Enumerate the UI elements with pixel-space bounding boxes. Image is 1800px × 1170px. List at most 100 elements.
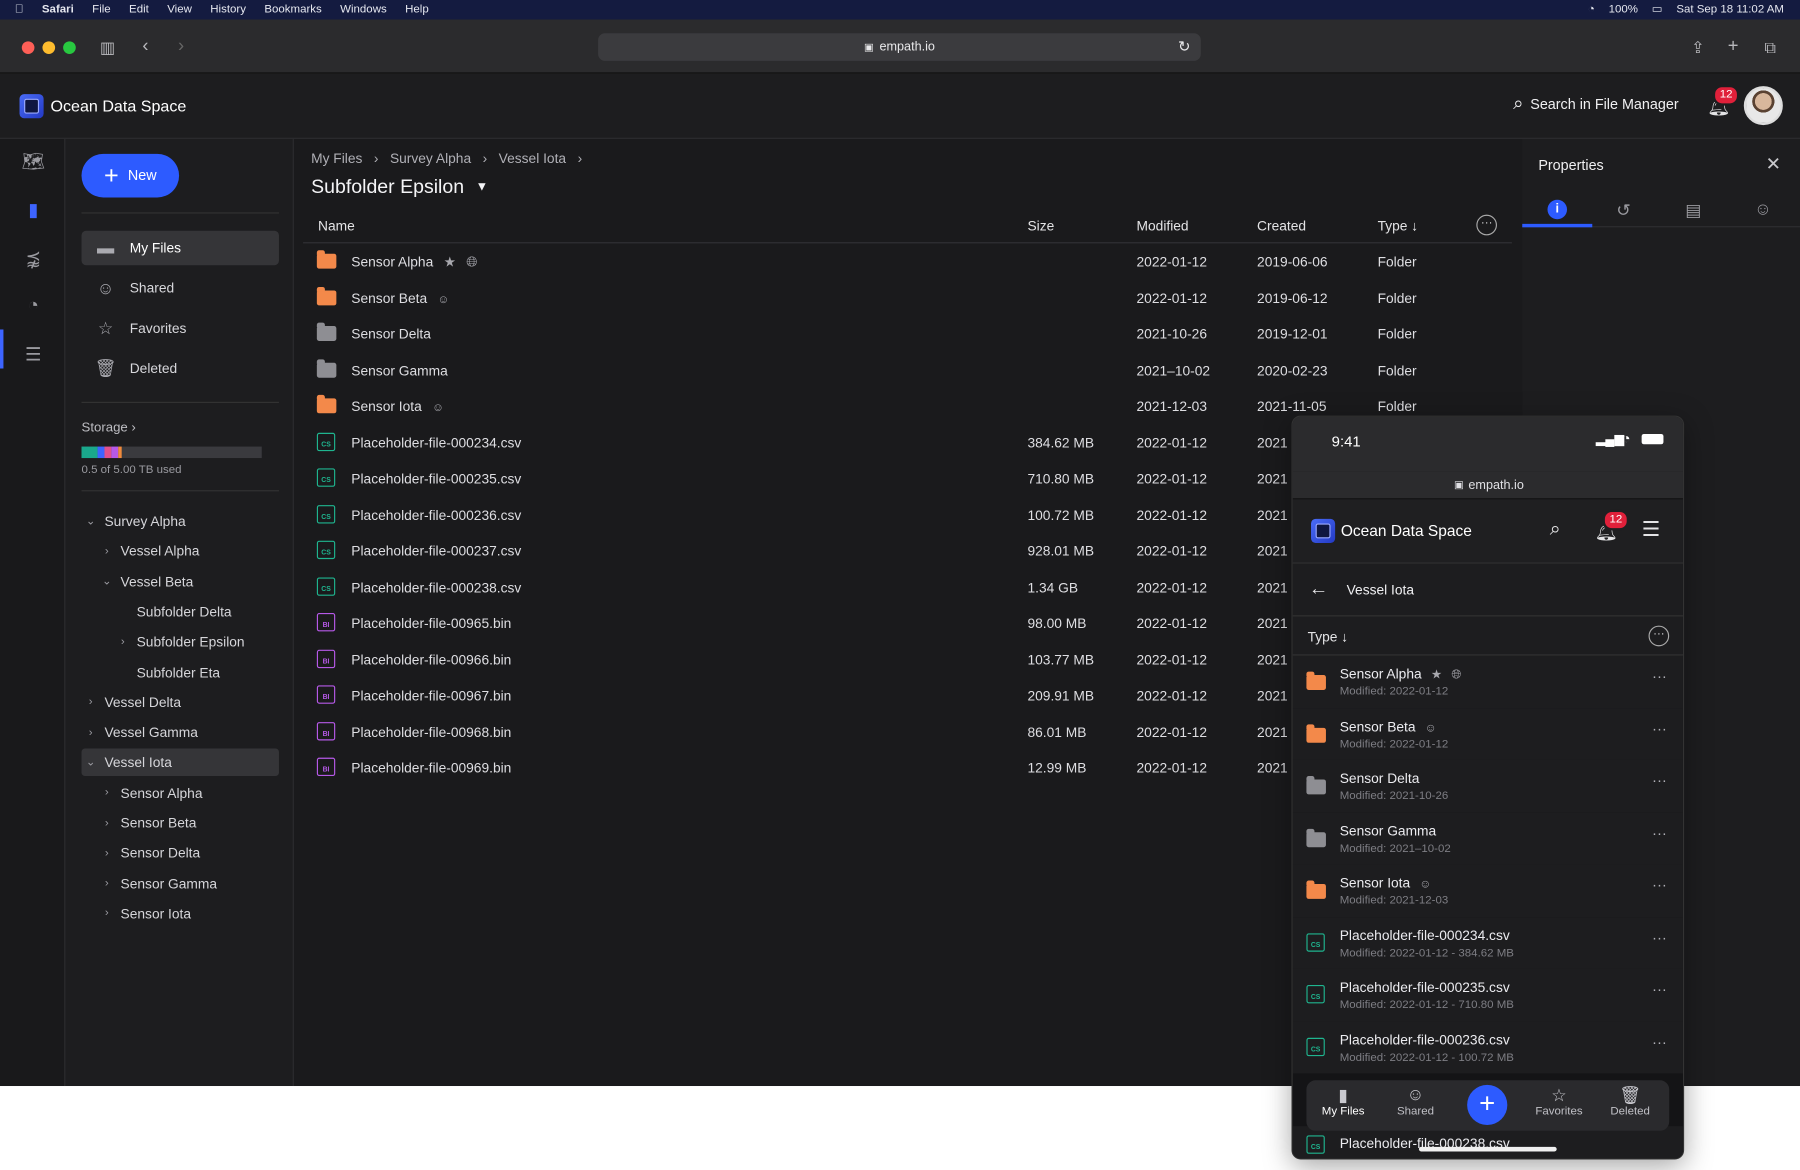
- storage-link[interactable]: Storage ›: [82, 421, 136, 435]
- add-fab-button[interactable]: +: [1467, 1084, 1508, 1126]
- tree-item[interactable]: Subfolder Eta: [114, 658, 279, 686]
- column-header-type[interactable]: Type ↓: [1378, 218, 1419, 234]
- sidebar-item-favorites[interactable]: ☆ Favorites: [82, 311, 279, 345]
- tree-item[interactable]: Subfolder Delta: [114, 598, 279, 626]
- info-icon[interactable]: i: [1547, 199, 1568, 220]
- more-options-icon[interactable]: ···: [1652, 667, 1667, 684]
- table-row[interactable]: Sensor Alpha ★ 🌐︎ 2022-01-12 2019-06-06 Folde…: [303, 243, 1512, 279]
- sidebar-item-deleted[interactable]: 🗑︎ Deleted: [82, 351, 279, 385]
- tree-item[interactable]: › Sensor Gamma: [98, 870, 279, 898]
- list-item[interactable]: CS Placeholder-file-000236.csv Modified: 2…: [1292, 1021, 1683, 1074]
- more-options-icon[interactable]: ···: [1652, 928, 1667, 945]
- map-icon[interactable]: 🗺︎: [22, 150, 45, 173]
- hamburger-menu-icon[interactable]: ☰: [1642, 518, 1661, 542]
- back-arrow-icon[interactable]: ←: [1309, 577, 1329, 600]
- phone-address-bar[interactable]: ▣ empath.io: [1292, 471, 1683, 500]
- more-options-icon[interactable]: ···: [1652, 824, 1667, 841]
- close-icon[interactable]: ✕: [1766, 153, 1781, 176]
- breadcrumb-item[interactable]: Vessel Iota: [499, 150, 566, 166]
- chevron-down-icon[interactable]: ⌄: [82, 515, 100, 528]
- menu-view[interactable]: View: [167, 3, 192, 16]
- list-item[interactable]: CS Placeholder-file-000234.csv Modified: 2…: [1292, 916, 1683, 969]
- address-bar[interactable]: ▣ empath.io ↻: [598, 33, 1201, 61]
- share-icon[interactable]: ⇪: [1691, 37, 1704, 58]
- tree-item[interactable]: ⌄ Survey Alpha: [82, 507, 279, 535]
- menu-history[interactable]: History: [210, 3, 246, 16]
- list-item[interactable]: Sensor Alpha ★ 🌐︎ Modified: 2022-01-12 ···: [1292, 655, 1683, 708]
- tree-item[interactable]: › Sensor Delta: [98, 840, 279, 868]
- search-icon[interactable]: ⌕: [1550, 518, 1561, 541]
- more-options-icon[interactable]: ···: [1648, 625, 1670, 647]
- close-window-button[interactable]: [21, 41, 35, 54]
- document-list-icon[interactable]: ☰: [22, 343, 45, 366]
- user-avatar[interactable]: [1743, 86, 1783, 126]
- comments-icon[interactable]: ▤: [1685, 200, 1701, 221]
- chevron-right-icon[interactable]: ›: [82, 696, 100, 709]
- menubar-datetime[interactable]: Sat Sep 18 11:02 AM: [1676, 3, 1784, 16]
- chevron-right-icon[interactable]: ›: [98, 877, 116, 890]
- back-icon[interactable]: ‹: [142, 37, 148, 58]
- menu-windows[interactable]: Windows: [340, 3, 387, 16]
- new-tab-icon[interactable]: +: [1728, 37, 1739, 58]
- minimize-window-button[interactable]: [42, 41, 56, 54]
- column-header-name[interactable]: Name: [318, 218, 355, 234]
- tab-shared[interactable]: ☺ Shared: [1381, 1085, 1450, 1118]
- sidebar-item-shared[interactable]: ☺ Shared: [82, 271, 279, 305]
- chevron-right-icon[interactable]: ›: [114, 636, 132, 649]
- tree-item[interactable]: ⌄ Vessel Iota: [81, 748, 279, 777]
- menu-safari[interactable]: Safari: [42, 3, 74, 16]
- chevron-down-icon[interactable]: ⌄: [82, 756, 100, 769]
- table-row[interactable]: Sensor Gamma 2021–10-02 2020-02-23 Folder: [303, 352, 1512, 388]
- tab-my-files[interactable]: ▮ My Files: [1309, 1085, 1378, 1118]
- column-header-created[interactable]: Created: [1257, 218, 1306, 234]
- wifi-icon[interactable]: ◔: [1588, 3, 1595, 16]
- list-item[interactable]: Sensor Beta ☺ Modified: 2022-01-12 ···: [1292, 707, 1683, 760]
- breadcrumb-item[interactable]: My Files: [311, 150, 362, 166]
- list-item[interactable]: Sensor Delta Modified: 2021-10-26 ···: [1292, 759, 1683, 813]
- column-header-size[interactable]: Size: [1027, 218, 1054, 234]
- zoom-window-button[interactable]: [63, 41, 76, 54]
- more-options-icon[interactable]: ···: [1652, 771, 1667, 788]
- chevron-right-icon[interactable]: ›: [98, 907, 116, 920]
- chevron-right-icon[interactable]: ›: [98, 545, 116, 558]
- chevron-right-icon[interactable]: ›: [98, 787, 116, 800]
- list-item[interactable]: Sensor Iota ☺ Modified: 2021-12-03 ···: [1292, 864, 1683, 917]
- table-row[interactable]: Sensor Delta 2021-10-26 2019-12-01 Folder: [303, 316, 1512, 352]
- workflow-icon[interactable]: ⪹: [22, 247, 45, 270]
- tree-item[interactable]: › Sensor Beta: [98, 809, 279, 837]
- tree-item[interactable]: › Vessel Alpha: [98, 538, 279, 566]
- app-logo[interactable]: [1311, 518, 1336, 544]
- chevron-right-icon[interactable]: ›: [82, 726, 100, 739]
- sidebar-item-my-files[interactable]: ▬ My Files: [81, 230, 279, 266]
- search-file-manager-button[interactable]: ⌕ Search in File Manager: [1513, 94, 1679, 115]
- breadcrumb-item[interactable]: Survey Alpha: [390, 150, 471, 166]
- more-options-icon[interactable]: ···: [1476, 214, 1497, 236]
- menu-help[interactable]: Help: [405, 3, 429, 16]
- more-options-icon[interactable]: ···: [1652, 1033, 1667, 1050]
- tab-favorites[interactable]: ☆ Favorites: [1525, 1085, 1594, 1118]
- menu-file[interactable]: File: [92, 3, 111, 16]
- folder-title-dropdown[interactable]: Subfolder Epsilon ▼: [311, 176, 488, 199]
- tab-deleted[interactable]: 🗑︎ Deleted: [1596, 1085, 1665, 1118]
- tree-item[interactable]: › Sensor Iota: [98, 900, 279, 928]
- menu-edit[interactable]: Edit: [129, 3, 149, 16]
- forward-icon[interactable]: ›: [178, 37, 184, 58]
- analytics-icon[interactable]: ◔: [22, 295, 45, 318]
- list-item[interactable]: Sensor Gamma Modified: 2021–10-02 ···: [1292, 812, 1683, 865]
- menu-bookmarks[interactable]: Bookmarks: [264, 3, 321, 16]
- list-item[interactable]: CS Placeholder-file-000238.csv: [1292, 1126, 1683, 1159]
- chevron-right-icon[interactable]: ›: [98, 847, 116, 860]
- tree-item[interactable]: › Vessel Delta: [82, 689, 279, 717]
- tree-item[interactable]: ⌄ Vessel Beta: [98, 568, 279, 596]
- list-item[interactable]: CS Placeholder-file-000235.csv Modified: 2…: [1292, 968, 1683, 1022]
- files-icon[interactable]: ▮: [22, 199, 45, 222]
- apple-icon[interactable]: : [15, 3, 24, 16]
- app-logo[interactable]: [19, 94, 44, 119]
- tree-item[interactable]: › Vessel Gamma: [82, 719, 279, 747]
- phone-brand[interactable]: Ocean Data Space: [1341, 522, 1472, 539]
- tree-item[interactable]: › Sensor Alpha: [98, 779, 279, 807]
- people-icon[interactable]: ☺: [1754, 200, 1772, 220]
- sort-by-type-button[interactable]: Type ↓: [1308, 629, 1349, 645]
- tab-overview-icon[interactable]: ⧉: [1764, 37, 1775, 58]
- app-brand[interactable]: Ocean Data Space: [51, 96, 187, 114]
